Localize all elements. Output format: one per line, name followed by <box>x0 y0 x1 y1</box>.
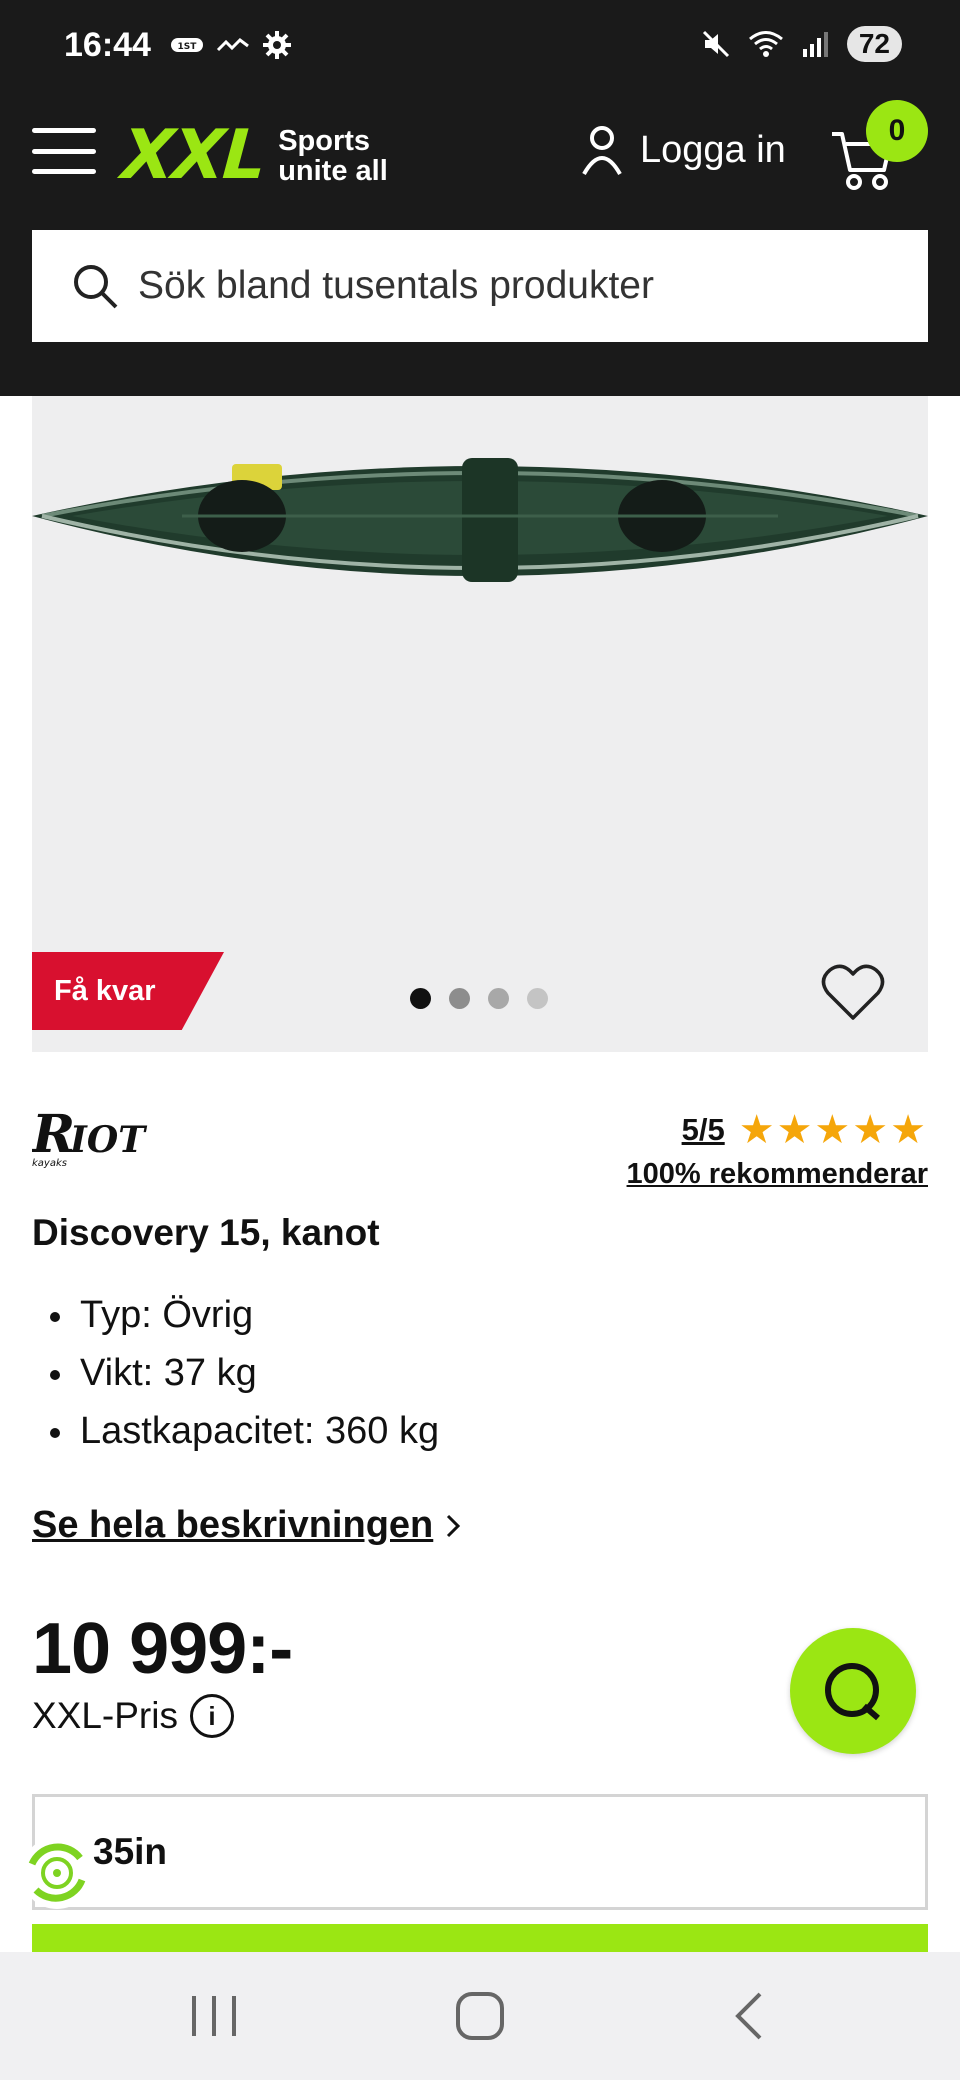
mute-icon <box>702 30 729 58</box>
full-description-label: Se hela beskrivningen <box>32 1504 434 1546</box>
low-stock-badge: Få kvar <box>32 952 224 1030</box>
canoe-product-image <box>32 458 928 582</box>
variant-select[interactable]: 35in <box>32 1794 928 1910</box>
hamburger-menu-icon[interactable] <box>32 128 96 174</box>
info-icon[interactable]: i <box>189 1694 234 1738</box>
search-placeholder: Sök bland tusentals produkter <box>138 264 654 307</box>
status-bar: 16:44 1ST 72 <box>0 0 960 80</box>
site-header: XXL Sports unite all Logga in 0 Sök blan… <box>0 80 960 396</box>
product-image-gallery[interactable]: Få kvar <box>32 396 928 1052</box>
variant-value: 35in <box>93 1831 168 1872</box>
search-icon <box>74 265 118 309</box>
spec-item: Typ: Övrig <box>32 1286 439 1344</box>
user-icon <box>582 126 622 176</box>
rating-stars-icon: ★★★★★ <box>738 1108 928 1152</box>
add-to-cart-button[interactable] <box>32 1924 928 1954</box>
xxl-logo[interactable]: XXL Sports unite all <box>119 116 388 195</box>
favorite-heart-icon[interactable] <box>820 962 886 1022</box>
status-time: 16:44 <box>64 26 151 64</box>
rating-score-link[interactable]: 5/5 <box>682 1112 725 1148</box>
status-system-icons: 72 <box>701 26 902 62</box>
riot-kayaks-brand-logo[interactable]: R IOT kayaks <box>32 1108 192 1170</box>
svg-text:R: R <box>32 1108 75 1165</box>
price-label: XXL-Pris i <box>32 1694 234 1738</box>
chevron-right-icon <box>447 1514 461 1537</box>
recent-apps-icon[interactable] <box>184 1988 244 2044</box>
svg-text:1ST: 1ST <box>178 42 198 52</box>
gallery-dot-4[interactable] <box>527 988 548 1009</box>
spec-item: Lastkapacitet: 360 kg <box>32 1402 439 1460</box>
settings-gear-icon <box>263 31 291 59</box>
back-icon[interactable] <box>720 1988 780 2044</box>
chat-bubble-icon <box>825 1663 880 1721</box>
notification-app-icon: 1ST <box>171 38 203 52</box>
logo-tagline: Sports unite all <box>278 126 388 186</box>
chat-support-button[interactable] <box>790 1628 916 1754</box>
logo-tagline-line-1: Sports <box>278 124 371 157</box>
product-specs-list: Typ: Övrig Vikt: 37 kg Lastkapacitet: 36… <box>32 1286 439 1460</box>
search-input[interactable]: Sök bland tusentals produkter <box>32 230 928 342</box>
login-label: Logga in <box>640 128 786 171</box>
wifi-icon <box>748 31 783 57</box>
notification-wave-icon <box>216 38 249 52</box>
gallery-dot-3[interactable] <box>488 988 509 1009</box>
signal-icon <box>802 32 828 57</box>
spec-item: Vikt: 37 kg <box>32 1344 439 1402</box>
status-notification-icons: 1ST <box>170 30 292 60</box>
full-description-link[interactable]: Se hela beskrivningen <box>32 1504 463 1547</box>
product-rating: 5/5 ★★★★★ 100% rekommenderar <box>627 1110 928 1191</box>
product-price: 10 999:- <box>32 1609 293 1689</box>
gallery-dot-1[interactable] <box>410 988 431 1009</box>
gallery-pagination <box>410 988 548 1009</box>
gallery-dot-2[interactable] <box>449 988 470 1009</box>
price-label-text: XXL-Pris <box>32 1695 178 1736</box>
logo-wordmark: XXL <box>119 116 267 195</box>
system-nav-bar <box>0 1952 960 2080</box>
login-button[interactable]: Logga in <box>580 124 786 176</box>
battery-indicator: 72 <box>846 26 902 62</box>
recycle-badge-icon[interactable] <box>18 1834 96 1912</box>
recommend-link[interactable]: 100% rekommenderar <box>627 1158 928 1191</box>
svg-text:kayaks: kayaks <box>32 1158 67 1169</box>
svg-text:IOT: IOT <box>69 1119 147 1161</box>
cart-count-badge: 0 <box>866 100 928 162</box>
home-icon[interactable] <box>450 1988 510 2044</box>
logo-tagline-line-2: unite all <box>278 154 388 187</box>
product-title: Discovery 15, kanot <box>32 1212 380 1253</box>
